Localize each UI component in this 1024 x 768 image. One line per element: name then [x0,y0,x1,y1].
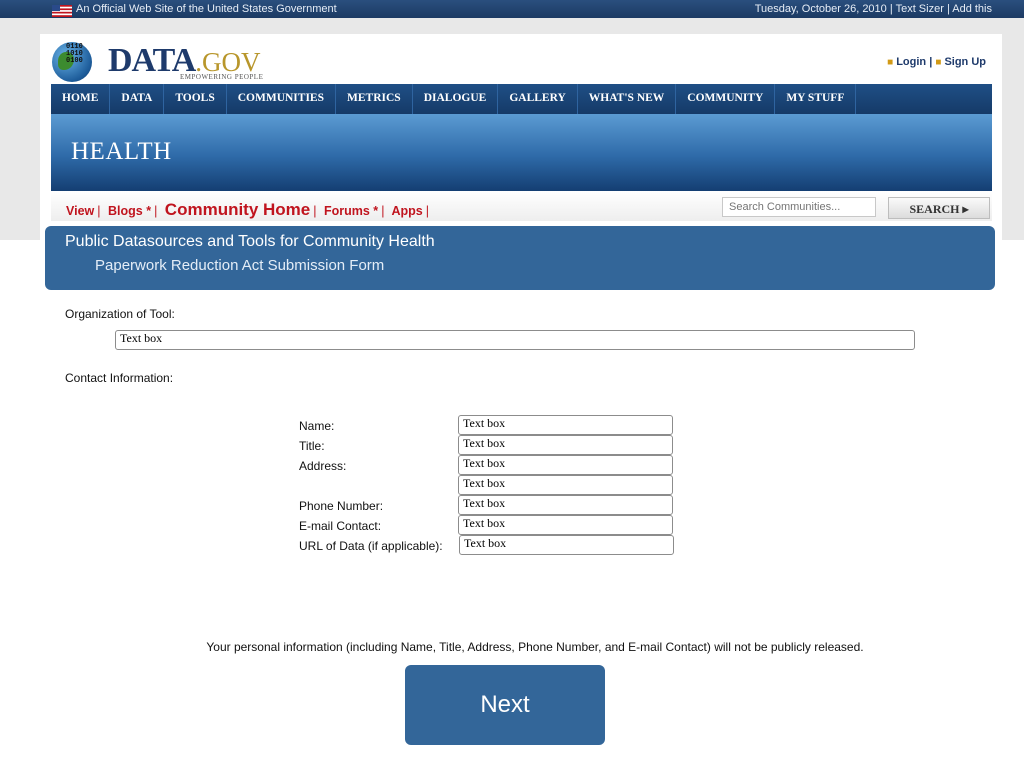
contact-info-label: Contact Information: [65,371,174,385]
sign-up-link[interactable]: Sign Up [944,56,986,68]
separator: | [946,3,950,15]
separator: | [381,204,385,218]
community-banner: HEALTH [51,114,992,191]
add-this-link[interactable]: Add this [952,3,992,15]
url-label: URL of Data (if applicable): [299,539,443,553]
current-date: Tuesday, October 26, 2010 [754,3,887,15]
title-input[interactable]: Text box [458,435,673,455]
auth-links: ■ Login | ■ Sign Up [887,56,986,68]
search-communities-input[interactable] [722,197,876,217]
nav-item-home[interactable]: HOME [51,84,111,114]
subnav-view-link[interactable]: View [66,204,94,218]
url-input[interactable]: Text box [459,535,674,555]
logo-bits: 0110 1010 0100 [66,43,83,65]
organization-label: Organization of Tool: [65,307,175,321]
official-site-text: An Official Web Site of the United State… [76,3,337,15]
arrow-right-icon: ▸ [962,202,969,216]
logo-tagline: EMPOWERING PEOPLE [180,73,264,81]
subnav-blogs-link[interactable]: Blogs * [108,204,151,218]
community-title: HEALTH [71,138,172,165]
address-line1-input[interactable]: Text box [458,455,673,475]
name-input[interactable]: Text box [458,415,673,435]
text-sizer-link[interactable]: Text Sizer [896,3,944,15]
login-link[interactable]: Login [896,56,926,68]
phone-input[interactable]: Text box [458,495,673,515]
user-icon: ■ [887,57,894,68]
email-label: E-mail Contact: [299,519,382,533]
privacy-note: Your personal information (including Nam… [206,640,864,654]
nav-item-gallery[interactable]: GALLERY [498,84,578,114]
nav-item-my-stuff[interactable]: MY STUFF [775,84,857,114]
search-button-label: SEARCH [909,202,960,216]
name-label: Name: [299,419,335,433]
separator: | [425,204,429,218]
nav-item-communities[interactable]: COMMUNITIES [227,84,336,114]
title-label: Title: [299,439,325,453]
data-gov-logo[interactable]: 0110 1010 0100 DATA.GOV EMPOWERING PEOPL… [52,40,292,84]
separator: | [313,204,317,218]
form-title: Public Datasources and Tools for Communi… [65,233,435,250]
search-button[interactable]: SEARCH ▸ [888,197,990,219]
next-button[interactable]: Next [405,665,605,745]
subnav-links: View | Blogs * | Community Home | Forums * |… [66,200,433,220]
nav-item-community[interactable]: COMMUNITY [676,84,776,114]
lock-icon: ■ [935,57,942,68]
separator: | [97,204,101,218]
separator: | [154,204,158,218]
subnav-forums-link[interactable]: Forums * [324,204,378,218]
nav-item-data[interactable]: DATA [110,84,165,114]
nav-item-whats-new[interactable]: WHAT'S NEW [578,84,677,114]
subnav-apps-link[interactable]: Apps [391,204,422,218]
main-nav: HOME DATA TOOLS COMMUNITIES METRICS DIAL… [51,84,992,114]
nav-item-metrics[interactable]: METRICS [336,84,413,114]
form-header-panel: Public Datasources and Tools for Communi… [45,226,995,290]
subnav-community-home-link[interactable]: Community Home [165,200,310,219]
us-flag-icon [52,5,72,17]
address-line2-input[interactable]: Text box [458,475,673,495]
organization-input[interactable]: Text box [115,330,915,350]
phone-label: Phone Number: [299,499,384,513]
gov-bar: An Official Web Site of the United State… [0,0,1024,18]
form-subtitle: Paperwork Reduction Act Submission Form [95,257,385,274]
separator: | [929,56,933,68]
utility-links: Tuesday, October 26, 2010 | Text Sizer |… [755,3,992,15]
nav-item-tools[interactable]: TOOLS [164,84,227,114]
address-label: Address: [299,459,347,473]
globe-icon: 0110 1010 0100 [52,42,92,82]
email-input[interactable]: Text box [458,515,673,535]
separator: | [889,3,893,15]
nav-item-dialogue[interactable]: DIALOGUE [413,84,499,114]
